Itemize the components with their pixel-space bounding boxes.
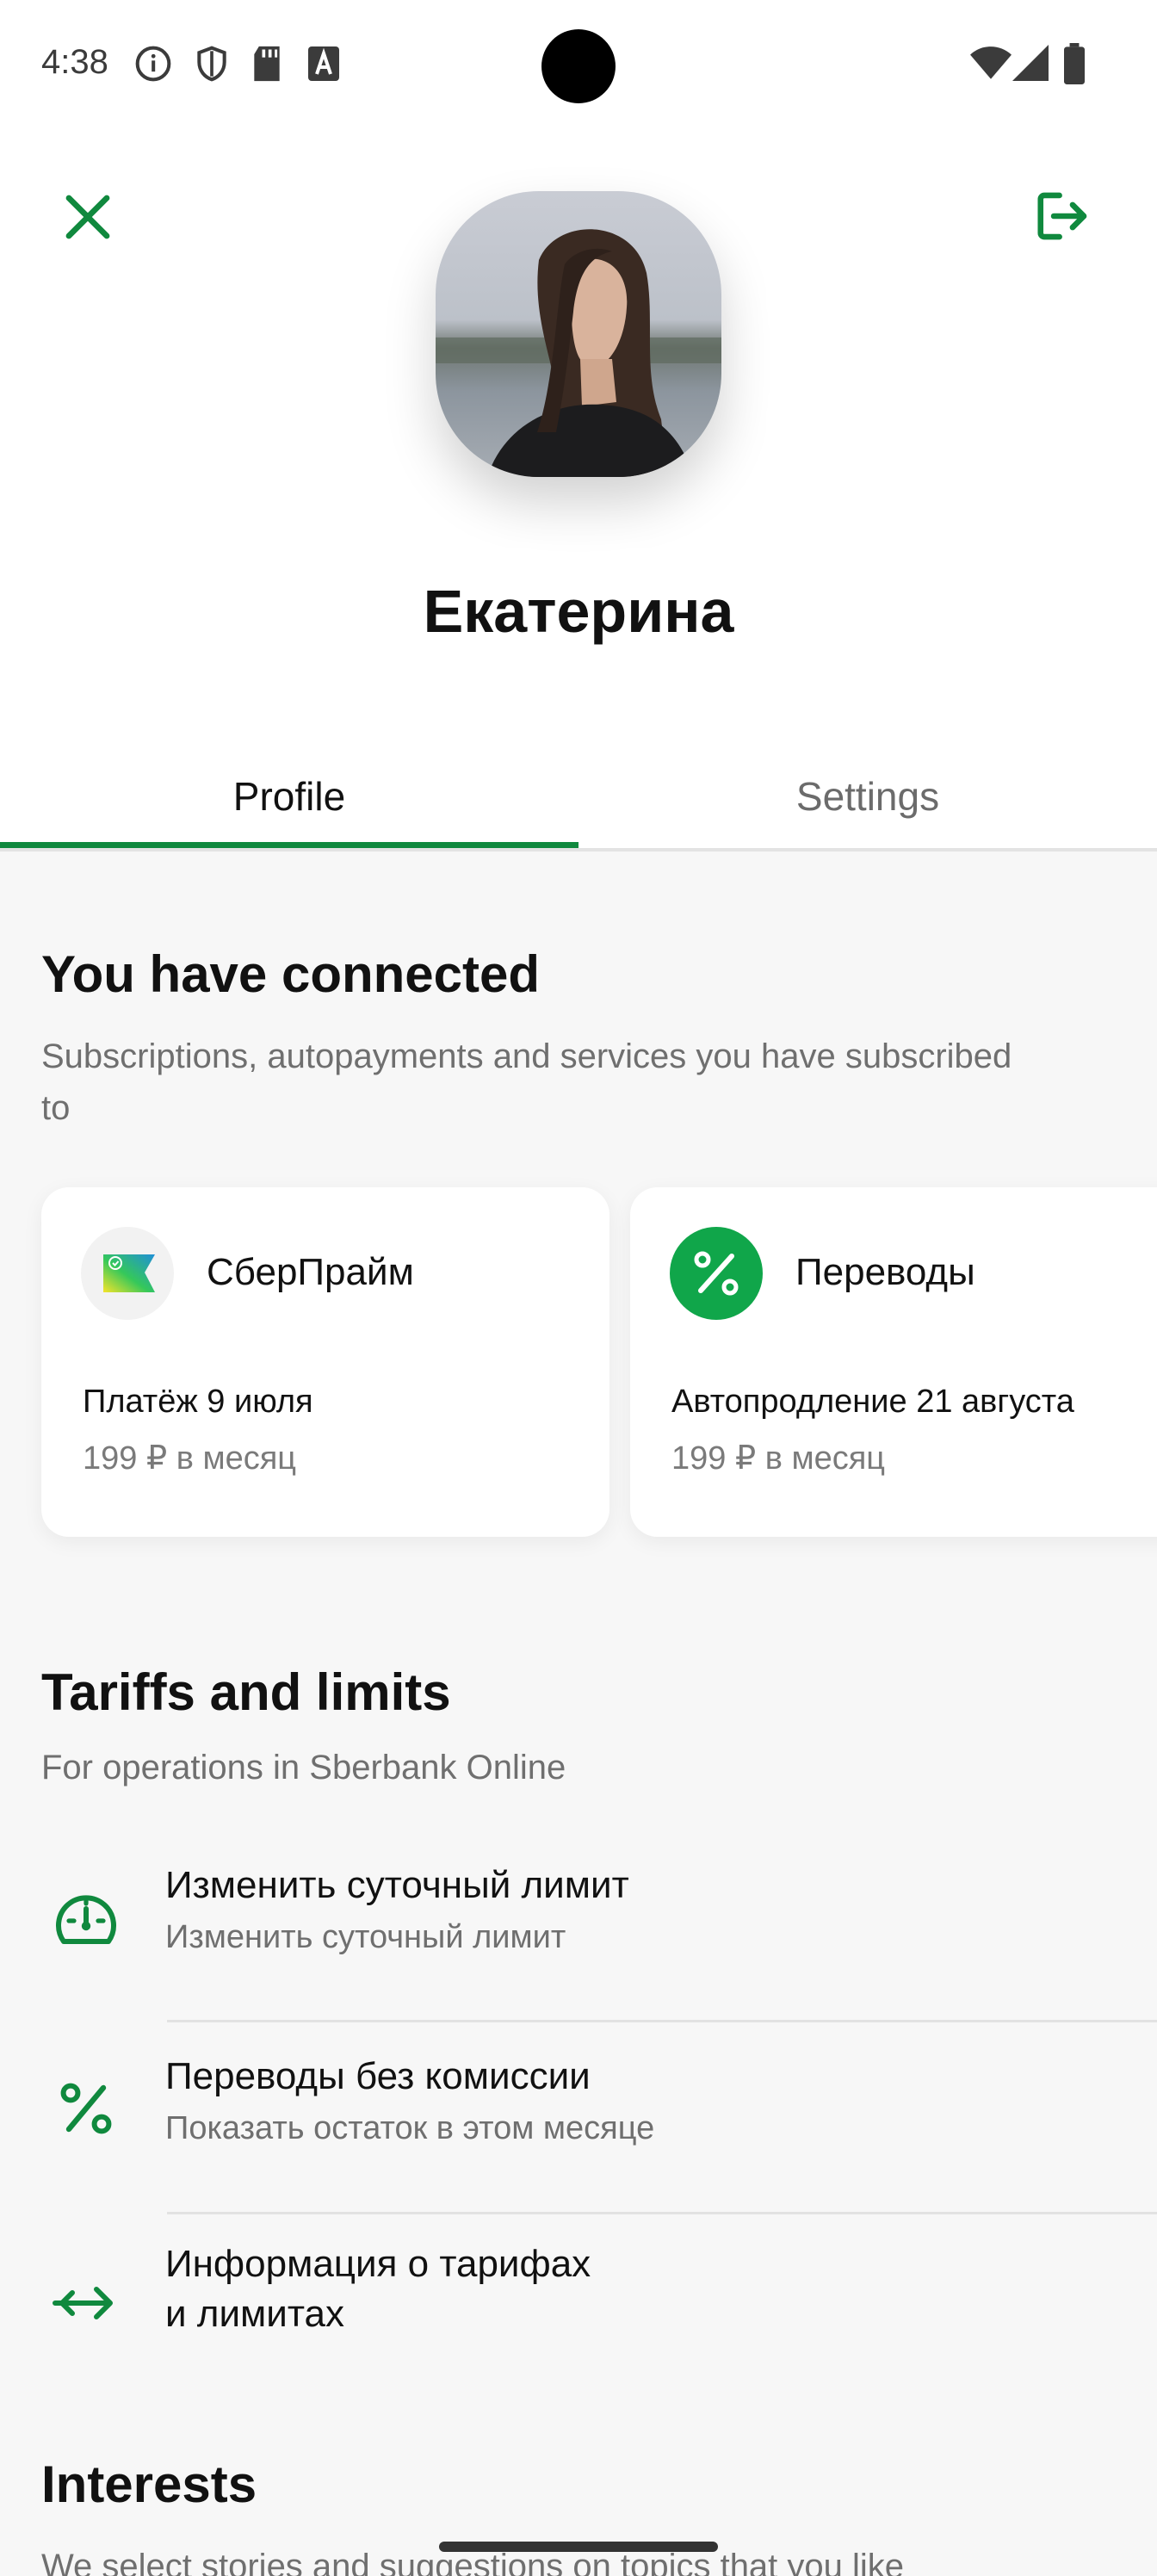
list-item-title-line2: и лимитах bbox=[165, 2293, 345, 2335]
connected-subtitle-line2: to bbox=[41, 1089, 71, 1127]
tab-settings[interactable]: Settings bbox=[578, 740, 1157, 852]
card-title: Переводы bbox=[795, 1251, 975, 1293]
card-price: 199 ₽ в месяц bbox=[83, 1440, 297, 1477]
tariffs-subtitle: For operations in Sberbank Online bbox=[41, 1749, 566, 1786]
list-divider bbox=[167, 2020, 1157, 2022]
connected-subtitle-line1: Subscriptions, autopayments and services… bbox=[41, 1037, 1012, 1075]
card-renewal-date: Автопродление 21 августа bbox=[671, 1384, 1074, 1420]
tariffs-title: Tariffs and limits bbox=[41, 1663, 451, 1721]
battery-icon bbox=[1064, 43, 1085, 84]
subscription-card-sberprime[interactable]: СберПрайм Платёж 9 июля 199 ₽ в месяц bbox=[41, 1187, 609, 1537]
percent-icon bbox=[60, 2083, 112, 2134]
user-name: Екатерина bbox=[423, 578, 734, 645]
card-title: СберПрайм bbox=[207, 1251, 414, 1293]
list-item-tariff-info[interactable]: Информация о тарифах и лимитах bbox=[0, 2239, 1157, 2369]
close-icon[interactable] bbox=[60, 189, 115, 245]
status-time: 4:38 bbox=[41, 43, 108, 81]
camera-cutout bbox=[541, 29, 616, 103]
list-item-title: Переводы без комиссии bbox=[165, 2055, 591, 2097]
profile-content[interactable]: You have connected Subscriptions, autopa… bbox=[0, 851, 1157, 2576]
card-price: 199 ₽ в месяц bbox=[671, 1440, 886, 1477]
signal-icon bbox=[1012, 45, 1049, 81]
list-divider bbox=[167, 2212, 1157, 2214]
logout-icon[interactable] bbox=[1033, 186, 1093, 246]
subscription-card-transfers[interactable]: Переводы Автопродление 21 августа 199 ₽ … bbox=[630, 1187, 1157, 1537]
connected-title: You have connected bbox=[41, 945, 541, 1003]
sberprime-logo bbox=[81, 1227, 174, 1320]
list-item-title: Изменить суточный лимит bbox=[165, 1864, 629, 1906]
list-item-subtitle: Изменить суточный лимит bbox=[165, 1919, 566, 1955]
tab-profile[interactable]: Profile bbox=[0, 740, 578, 852]
wifi-icon bbox=[970, 46, 1012, 79]
list-item-daily-limit[interactable]: Изменить суточный лимит Изменить суточны… bbox=[0, 1859, 1157, 2022]
list-item-free-transfers[interactable]: Переводы без комиссии Показать остаток в… bbox=[0, 2050, 1157, 2214]
shield-icon bbox=[197, 46, 226, 82]
speedometer-icon bbox=[56, 1895, 116, 1944]
interests-title: Interests bbox=[41, 2455, 257, 2513]
avatar[interactable] bbox=[436, 191, 721, 477]
list-item-title-line1: Информация о тарифах bbox=[165, 2243, 591, 2285]
list-item-title: Информация о тарифах и лимитах bbox=[165, 2239, 591, 2339]
percent-icon bbox=[670, 1227, 763, 1320]
font-a-icon bbox=[308, 46, 339, 81]
arrows-icon bbox=[53, 2287, 113, 2319]
status-bar: 4:38 bbox=[0, 0, 1157, 129]
sd-card-icon bbox=[254, 46, 280, 82]
info-icon bbox=[135, 46, 171, 82]
list-item-subtitle: Показать остаток в этом месяце bbox=[165, 2110, 655, 2146]
tab-bar: Profile Settings bbox=[0, 740, 1157, 852]
connected-subtitle: Subscriptions, autopayments and services… bbox=[41, 1031, 1012, 1134]
card-payment-date: Платёж 9 июля bbox=[83, 1384, 313, 1420]
home-indicator[interactable] bbox=[439, 2542, 718, 2552]
